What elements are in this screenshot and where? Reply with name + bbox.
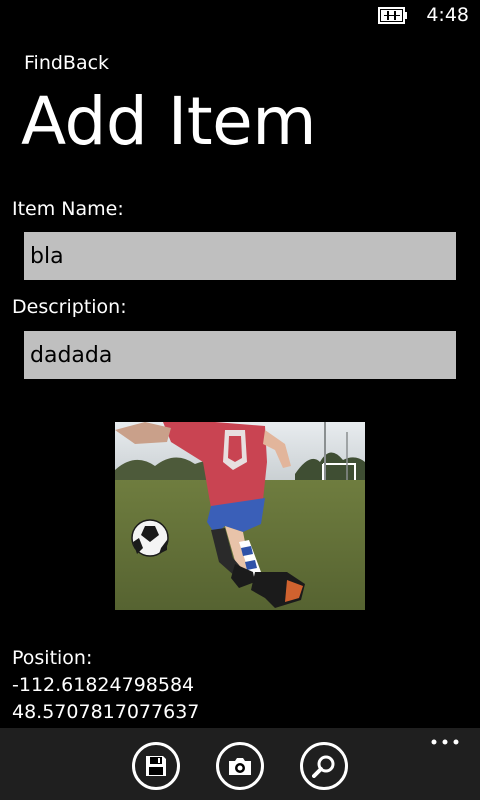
status-bar: 4:48 [0,0,480,32]
search-icon [312,755,335,778]
longitude-value: -112.61824798584 [12,674,195,696]
item-photo[interactable] [115,422,365,610]
save-button[interactable] [132,742,180,790]
status-time: 4:48 [426,4,469,26]
more-dots-icon[interactable] [430,738,460,746]
description-input[interactable] [24,331,456,379]
description-label: Description: [12,296,127,318]
item-name-input[interactable] [24,232,456,280]
save-icon [146,756,166,776]
battery-charging-icon [378,7,407,24]
app-title: FindBack [24,52,110,74]
page-title: Add Item [21,83,317,160]
screen: 4:48 FindBack Add Item Item Name: Descri… [0,0,480,800]
search-button[interactable] [300,742,348,790]
position-label: Position: [12,647,93,669]
position-block: Position: -112.61824798584 48.5707817077… [12,645,199,726]
camera-button[interactable] [216,742,264,790]
latitude-value: 48.5707817077637 [12,701,200,723]
item-name-label: Item Name: [12,198,124,220]
app-bar [0,728,480,800]
camera-icon [229,758,251,775]
